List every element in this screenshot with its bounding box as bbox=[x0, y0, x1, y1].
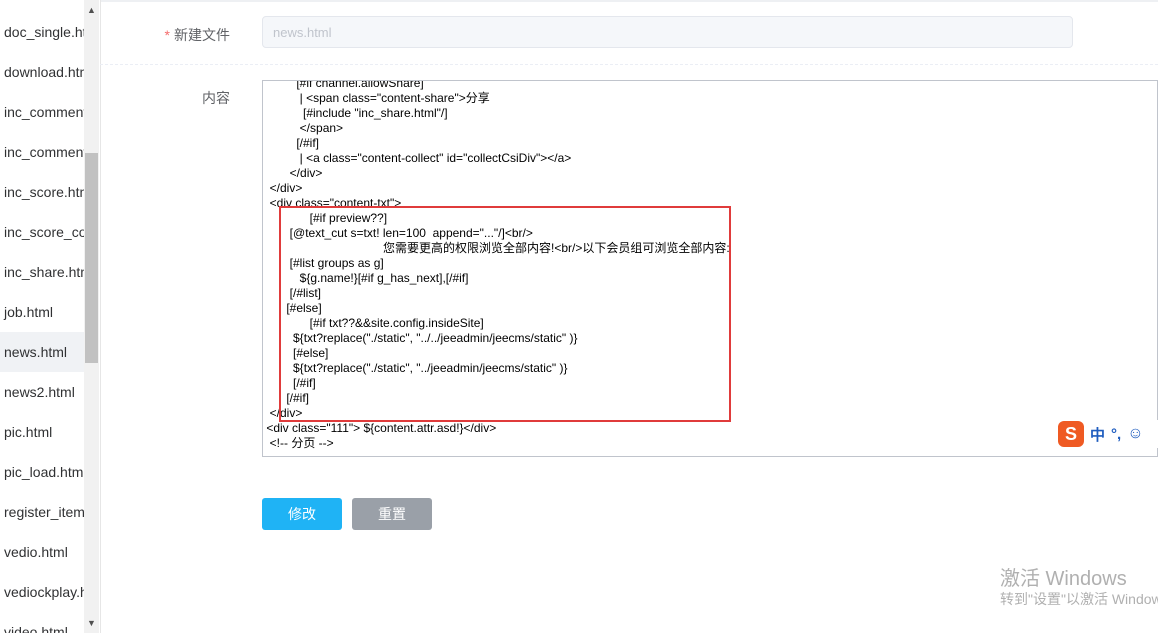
file-item-doc-single[interactable]: doc_single.html bbox=[0, 12, 84, 52]
ime-punctuation-icon[interactable]: °, bbox=[1111, 426, 1121, 443]
modify-button[interactable]: 修改 bbox=[262, 498, 342, 530]
file-item-inc-share[interactable]: inc_share.html bbox=[0, 252, 84, 292]
content-editor[interactable]: [#if channel.allowShare] | <span class="… bbox=[262, 80, 1158, 457]
file-item-inc-comment[interactable]: inc_comment.html bbox=[0, 92, 84, 132]
file-item-inc-comment-list[interactable]: inc_comment_list.html bbox=[0, 132, 84, 172]
file-list: doc_single.html download.html inc_commen… bbox=[0, 12, 84, 633]
file-sidebar: doc_single.html download.html inc_commen… bbox=[0, 0, 101, 633]
reset-button[interactable]: 重置 bbox=[352, 498, 432, 530]
file-item-inc-score[interactable]: inc_score.html bbox=[0, 172, 84, 212]
file-item-pic[interactable]: pic.html bbox=[0, 412, 84, 452]
sogou-logo-icon[interactable]: S bbox=[1058, 421, 1084, 447]
scroll-up-arrow-icon[interactable]: ▲ bbox=[84, 0, 99, 20]
file-item-video[interactable]: video.html bbox=[0, 612, 84, 633]
file-item-news[interactable]: news.html bbox=[0, 332, 84, 372]
sidebar-scrollbar[interactable]: ▲ ▼ bbox=[84, 0, 99, 633]
filename-input[interactable] bbox=[262, 16, 1073, 48]
file-item-job[interactable]: job.html bbox=[0, 292, 84, 332]
filename-label: * 新建文件 bbox=[100, 25, 230, 45]
filename-label-text: 新建文件 bbox=[174, 27, 230, 43]
file-item-download[interactable]: download.html bbox=[0, 52, 84, 92]
ime-toolbar[interactable]: S 中 °, ☺ bbox=[1058, 420, 1158, 448]
scroll-down-arrow-icon[interactable]: ▼ bbox=[84, 613, 99, 633]
file-item-pic-load[interactable]: pic_load.html bbox=[0, 452, 84, 492]
ime-emoji-icon[interactable]: ☺ bbox=[1127, 425, 1143, 443]
file-item-vedio[interactable]: vedio.html bbox=[0, 532, 84, 572]
scrollbar-thumb[interactable] bbox=[85, 153, 98, 363]
content-label: 内容 bbox=[202, 90, 230, 106]
template-code[interactable]: [#if channel.allowShare] | <span class="… bbox=[263, 81, 729, 451]
file-item-vediockplay[interactable]: vediockplay.html bbox=[0, 572, 84, 612]
windows-activation-title: 激活 Windows bbox=[1000, 568, 1127, 590]
ime-mode-indicator[interactable]: 中 bbox=[1090, 424, 1105, 445]
top-divider bbox=[100, 0, 1158, 2]
file-item-inc-score-content[interactable]: inc_score_content.html bbox=[0, 212, 84, 252]
file-item-news2[interactable]: news2.html bbox=[0, 372, 84, 412]
required-star: * bbox=[164, 27, 170, 43]
windows-activation-subtitle: 转到"设置"以激活 Windows。 bbox=[1000, 591, 1158, 607]
form-separator bbox=[100, 64, 1158, 65]
file-item-register-item[interactable]: register_item.html bbox=[0, 492, 84, 532]
